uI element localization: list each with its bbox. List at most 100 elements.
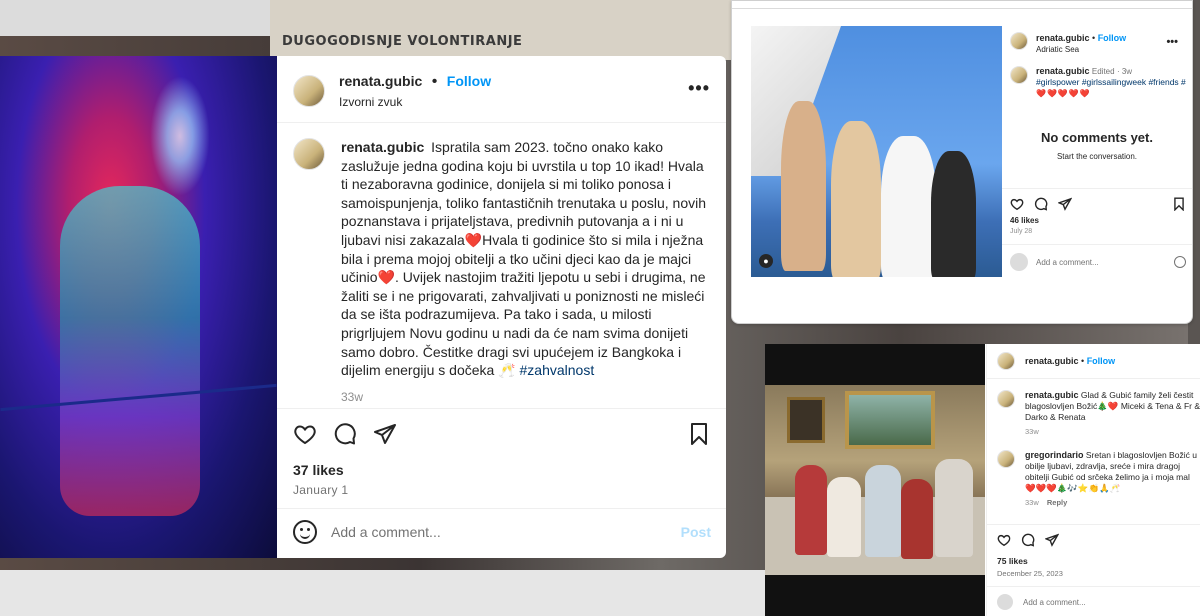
comment-time: 33w <box>1025 427 1039 436</box>
sailing-photo[interactable]: ● <box>751 26 1002 277</box>
stage-light <box>150 76 210 196</box>
hashtag-link[interactable]: #zahvalnost <box>520 362 595 378</box>
person <box>881 136 936 277</box>
person <box>931 151 976 277</box>
person <box>901 479 933 559</box>
heart-icon[interactable] <box>997 533 1011 547</box>
post-button[interactable]: Post <box>681 524 711 540</box>
no-comments-title: No comments yet. <box>1041 130 1153 145</box>
avatar[interactable] <box>997 390 1015 408</box>
action-bar <box>293 422 711 446</box>
person <box>827 477 861 557</box>
wall-portrait <box>787 397 825 443</box>
person <box>865 465 901 557</box>
post-panel: renata.gubic • Follow Izvorni zvuk ••• r… <box>277 56 726 558</box>
reply-button[interactable]: Reply <box>1047 498 1067 507</box>
comment-username[interactable]: gregorindario <box>1025 450 1084 460</box>
caption-username[interactable]: renata.gubic <box>1036 66 1090 76</box>
comment-username[interactable]: renata.gubic <box>1025 390 1079 400</box>
caption: renata.gubic Ispratila sam 2023. točno o… <box>293 138 713 406</box>
more-icon[interactable]: ••• <box>1166 36 1178 48</box>
likes-count[interactable]: 75 likes <box>997 556 1028 566</box>
heart-icon[interactable] <box>1010 197 1024 211</box>
post-video[interactable]: 🔇 <box>0 56 277 558</box>
background-newspaper <box>270 0 740 60</box>
inset-header: renata.gubic • Follow <box>997 352 1115 370</box>
comment-bar: Add a comment... <box>997 594 1086 610</box>
inset-header: renata.gubic • Follow Adriatic Sea <box>1010 32 1126 56</box>
inset-username[interactable]: renata.gubic <box>1036 33 1090 43</box>
comment-input[interactable] <box>331 524 681 540</box>
caption-time: 3w <box>1121 67 1133 76</box>
background-headline: DUGOGODISNJE VOLONTIRANJE <box>282 34 523 49</box>
emoji-icon[interactable] <box>1174 256 1186 268</box>
family-photo[interactable] <box>765 385 985 575</box>
caption-username[interactable]: renata.gubic <box>341 139 424 155</box>
comment-icon[interactable] <box>1021 533 1035 547</box>
comment-icon[interactable] <box>1034 197 1048 211</box>
inset-action-bar <box>1010 197 1186 211</box>
comment-input[interactable]: Add a comment... <box>1023 598 1086 607</box>
friends-group <box>771 81 991 277</box>
inset-top-bar <box>732 1 1192 9</box>
likes-count[interactable]: 37 likes <box>293 462 344 478</box>
comment-item: renata.gubic Glad & Gubić family želi če… <box>997 390 1200 437</box>
avatar[interactable] <box>1010 32 1028 50</box>
caption-text: Ispratila sam 2023. točno onako kako zas… <box>341 139 706 379</box>
share-icon[interactable] <box>1045 533 1059 547</box>
hearts-emoji: ❤️❤️❤️❤️❤️ <box>1036 89 1091 98</box>
post-date[interactable]: July 28 <box>1010 228 1032 235</box>
photo-letterbox <box>765 344 985 385</box>
avatar[interactable] <box>997 450 1015 468</box>
hashtag-link[interactable]: #girlspower #girlssailingweek #friends # <box>1036 77 1186 88</box>
comment-input[interactable]: Add a comment... <box>1036 258 1174 267</box>
post-date[interactable]: January 1 <box>293 483 348 497</box>
caption-time: 33w <box>341 389 364 404</box>
follow-button[interactable]: Follow <box>1087 356 1116 366</box>
follow-button[interactable]: Follow <box>447 73 491 89</box>
comment-time: 33w <box>1025 498 1039 507</box>
caption-avatar[interactable] <box>293 138 325 170</box>
likes-count[interactable]: 46 likes <box>1010 216 1039 225</box>
avatar[interactable] <box>997 352 1015 370</box>
more-icon[interactable]: ••• <box>688 78 710 99</box>
post-username[interactable]: renata.gubic <box>339 73 422 89</box>
photo-letterbox <box>765 575 985 616</box>
comment-bar: Post <box>293 520 711 544</box>
inset-caption: renata.gubic Edited · 3w #girlspower #gi… <box>1010 66 1190 99</box>
location-label[interactable]: Adriatic Sea <box>1036 44 1126 56</box>
post-date[interactable]: December 25, 2023 <box>997 569 1063 578</box>
avatar <box>997 594 1013 610</box>
heart-icon[interactable] <box>293 422 317 446</box>
comment-icon[interactable] <box>333 422 357 446</box>
tag-people-icon[interactable]: ● <box>759 254 773 268</box>
emoji-icon[interactable] <box>293 520 317 544</box>
avatar[interactable] <box>1010 66 1028 84</box>
no-comments-subtitle: Start the conversation. <box>1056 152 1138 161</box>
post-header: renata.gubic • Follow Izvorni zvuk <box>293 73 491 109</box>
inset-post-sailing: ● renata.gubic • Follow Adriatic Sea •••… <box>731 0 1193 324</box>
separator-dot: • <box>431 73 438 90</box>
wall-painting <box>845 391 935 449</box>
follow-button[interactable]: Follow <box>1098 33 1127 43</box>
divider <box>987 586 1200 587</box>
bookmark-icon[interactable] <box>687 422 711 446</box>
inset-sidebar: renata.gubic • Follow Adriatic Sea ••• r… <box>1002 26 1192 277</box>
person <box>831 121 881 277</box>
family-group <box>775 455 980 565</box>
avatar <box>1010 253 1028 271</box>
divider <box>277 408 726 409</box>
share-icon[interactable] <box>373 422 397 446</box>
bookmark-icon[interactable] <box>1172 197 1186 211</box>
divider <box>987 378 1200 379</box>
comment-bar: Add a comment... <box>1010 253 1186 271</box>
person <box>781 101 826 271</box>
share-icon[interactable] <box>1058 197 1072 211</box>
person <box>935 459 973 557</box>
inset-username[interactable]: renata.gubic <box>1025 356 1079 366</box>
person <box>795 465 827 555</box>
inset-sidebar: renata.gubic • Follow renata.gubic Glad … <box>986 344 1200 616</box>
background-bottom <box>0 570 765 616</box>
audio-label[interactable]: Izvorni zvuk <box>339 95 491 109</box>
avatar[interactable] <box>293 75 325 107</box>
